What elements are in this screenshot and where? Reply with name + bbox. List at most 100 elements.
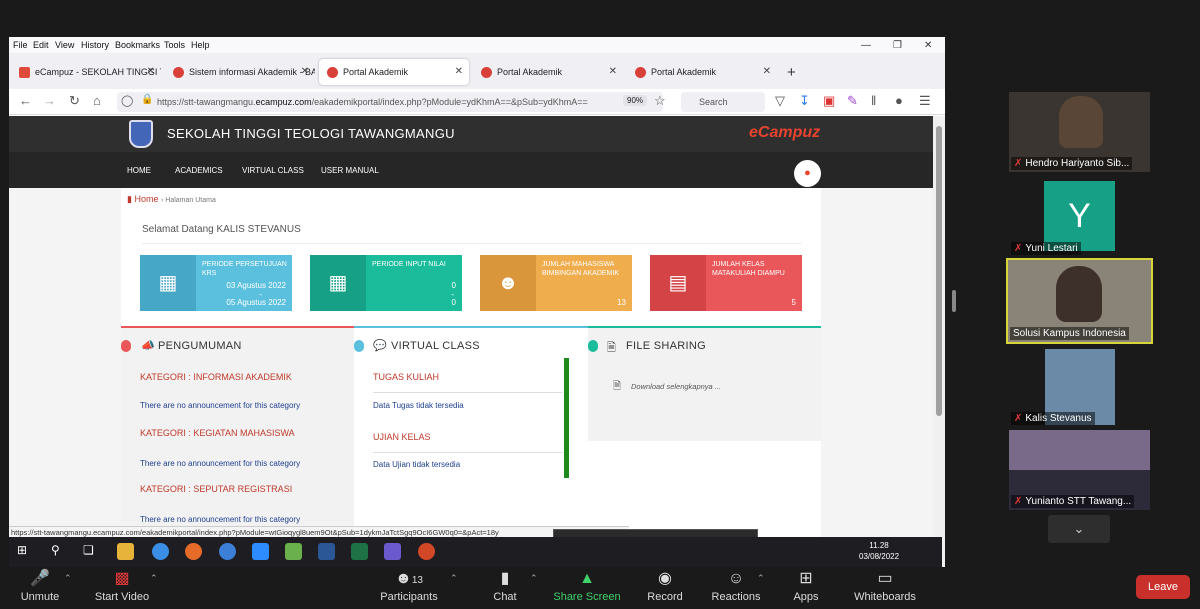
nav-user-manual[interactable]: USER MANUAL bbox=[321, 166, 379, 175]
minimize-icon[interactable]: — bbox=[861, 40, 871, 51]
category-kegiatan-mahasiswa[interactable]: KATEGORI : KEGIATAN MAHASISWA bbox=[140, 428, 295, 438]
file-explorer-icon[interactable] bbox=[117, 543, 134, 560]
home-icon[interactable]: ⌂ bbox=[93, 93, 101, 108]
menu-view[interactable]: View bbox=[55, 40, 74, 50]
library-icon[interactable]: ‖ bbox=[871, 93, 876, 108]
search-icon[interactable]: ⚲ bbox=[51, 543, 68, 560]
whiteboards-button[interactable]: ▭ Whiteboards bbox=[852, 567, 918, 609]
shield-icon[interactable]: ◯ bbox=[121, 94, 133, 107]
bookmark-star-icon[interactable]: ☆ bbox=[654, 93, 666, 109]
audio-options-caret-icon[interactable]: ⌃ bbox=[64, 573, 72, 584]
url-bar[interactable]: https://stt-tawangmangu.ecampuz.com/eaka… bbox=[117, 92, 663, 112]
nav-academics[interactable]: ACADEMICS bbox=[175, 166, 223, 175]
vpn-icon[interactable]: ● bbox=[895, 93, 903, 108]
zoom-app-icon[interactable] bbox=[252, 543, 269, 560]
chat-caret-icon[interactable]: ⌃ bbox=[530, 573, 538, 584]
reactions-icon: ☺ bbox=[727, 570, 745, 587]
ujian-kelas-link[interactable]: UJIAN KELAS bbox=[373, 432, 431, 442]
back-icon[interactable]: ← bbox=[19, 93, 32, 108]
menu-file[interactable]: File bbox=[13, 40, 28, 50]
extension-icon[interactable]: ▣ bbox=[823, 93, 835, 109]
participant-tile[interactable]: Y ✗ Yuni Lestari bbox=[1009, 177, 1150, 257]
taskbar-clock[interactable]: 11.28 03/08/2022 bbox=[859, 540, 899, 562]
unmute-button[interactable]: 🎤 Unmute bbox=[14, 567, 66, 609]
close-tab-icon[interactable]: ✕ bbox=[301, 66, 309, 77]
breadcrumb-home[interactable]: Home bbox=[134, 194, 158, 204]
reload-icon[interactable]: ↻ bbox=[69, 93, 80, 109]
edge-icon[interactable] bbox=[152, 543, 169, 560]
browser-search-input[interactable]: Search bbox=[681, 92, 765, 112]
nav-virtual-class[interactable]: VIRTUAL CLASS bbox=[242, 166, 304, 175]
task-view-icon[interactable]: ❏ bbox=[83, 543, 100, 560]
menu-edit[interactable]: Edit bbox=[33, 40, 49, 50]
apps-button[interactable]: ⊞ Apps bbox=[788, 567, 824, 609]
category-seputar-registrasi[interactable]: KATEGORI : SEPUTAR REGISTRASI bbox=[140, 484, 292, 494]
close-tab-icon[interactable]: ✕ bbox=[763, 66, 771, 77]
tab-portal-akademik-active[interactable]: Portal Akademik ✕ bbox=[319, 59, 469, 85]
firefox-icon[interactable] bbox=[185, 543, 202, 560]
nav-home[interactable]: HOME bbox=[127, 166, 151, 175]
welcome-text: Selamat Datang KALIS STEVANUS bbox=[142, 224, 301, 235]
participant-tile[interactable]: ✗ Hendro Hariyanto Sib... bbox=[1009, 92, 1150, 172]
card-mahasiswa-bimbingan[interactable]: ☻ JUMLAH MAHASISWA BIMBINGAN AKADEMIK 13 bbox=[480, 255, 632, 311]
participant-tile[interactable]: ✗ Yunianto STT Tawang... bbox=[1009, 430, 1150, 510]
reactions-caret-icon[interactable]: ⌃ bbox=[757, 573, 765, 584]
tab-ecampuz[interactable]: eCampuz - SEKOLAH TINGGI TE ✕ bbox=[11, 59, 161, 85]
chat-button[interactable]: ▮ Chat bbox=[488, 567, 522, 609]
user-avatar-icon[interactable]: ● bbox=[794, 160, 821, 187]
card-periode-nilai[interactable]: ▦ PERIODE INPUT NILAI 0 - 0 bbox=[310, 255, 462, 311]
forward-icon[interactable]: → bbox=[43, 93, 56, 108]
notepad-icon[interactable] bbox=[285, 543, 302, 560]
word-icon[interactable] bbox=[318, 543, 335, 560]
divider bbox=[142, 243, 802, 244]
tab-sistem-informasi[interactable]: Sistem informasi Akademik - BA ✕ bbox=[165, 59, 315, 85]
card-periode-krs[interactable]: ▦ PERIODE PERSETUJUAN KRS 03 Agustus 202… bbox=[140, 255, 292, 311]
pen-icon[interactable]: ✎ bbox=[847, 93, 858, 109]
category-informasi-akademik[interactable]: KATEGORI : INFORMASI AKADEMIK bbox=[140, 372, 292, 382]
record-button[interactable]: ◉ Record bbox=[642, 567, 688, 609]
close-window-icon[interactable]: ✕ bbox=[924, 40, 932, 51]
restore-icon[interactable]: ❐ bbox=[893, 40, 902, 51]
close-tab-icon[interactable]: ✕ bbox=[609, 66, 617, 77]
close-tab-icon[interactable]: ✕ bbox=[147, 66, 155, 77]
menu-help[interactable]: Help bbox=[191, 40, 210, 50]
start-video-button[interactable]: ▩ Start Video bbox=[92, 567, 152, 609]
share-screen-icon: ▲ bbox=[579, 570, 595, 587]
close-tab-icon[interactable]: ✕ bbox=[455, 66, 463, 77]
card-value-start: 0 bbox=[451, 281, 456, 290]
zoom-level[interactable]: 90% bbox=[623, 95, 648, 106]
hamburger-menu-icon[interactable]: ☰ bbox=[919, 93, 931, 109]
new-tab-icon[interactable]: + bbox=[787, 64, 796, 81]
tab-title: Portal Akademik bbox=[651, 67, 717, 77]
tab-portal-akademik-2[interactable]: Portal Akademik ✕ bbox=[473, 59, 623, 85]
chrome-icon[interactable] bbox=[219, 543, 236, 560]
scroll-thumb[interactable] bbox=[936, 126, 942, 416]
card-kelas-diampu[interactable]: ▤ JUMLAH KELAS MATAKULIAH DIAMPU 5 bbox=[650, 255, 802, 311]
windows-start-icon[interactable]: ⊞ bbox=[17, 543, 34, 560]
pocket-icon[interactable]: ▽ bbox=[775, 93, 785, 109]
excel-icon[interactable] bbox=[351, 543, 368, 560]
page-scrollbar[interactable] bbox=[933, 116, 945, 567]
leave-button[interactable]: Leave bbox=[1136, 575, 1190, 599]
participants-caret-icon[interactable]: ⌃ bbox=[450, 573, 458, 584]
reactions-button[interactable]: ☺ Reactions bbox=[708, 567, 764, 609]
school-logo[interactable] bbox=[129, 120, 153, 148]
download-link[interactable]: Download selengkapnya ... bbox=[631, 382, 721, 391]
tab-portal-akademik-3[interactable]: Portal Akademik ✕ bbox=[627, 59, 777, 85]
powerpoint-icon[interactable] bbox=[418, 543, 435, 560]
panel-resize-handle[interactable] bbox=[952, 290, 956, 312]
more-participants-chevron-icon[interactable]: ⌄ bbox=[1048, 515, 1110, 543]
ecampuz-logo[interactable]: eCampuz bbox=[749, 124, 820, 142]
video-options-caret-icon[interactable]: ⌃ bbox=[150, 573, 158, 584]
share-screen-button[interactable]: ▲ Share Screen bbox=[552, 567, 622, 609]
participant-tile-active-speaker[interactable]: Solusi Kampus Indonesia bbox=[1006, 258, 1153, 344]
menu-tools[interactable]: Tools bbox=[164, 40, 185, 50]
participant-tile[interactable]: ✗ Kalis Stevanus bbox=[1009, 347, 1150, 427]
tugas-kuliah-link[interactable]: TUGAS KULIAH bbox=[373, 372, 439, 382]
download-icon[interactable]: ↧ bbox=[799, 93, 810, 109]
app-icon[interactable] bbox=[384, 543, 401, 560]
lock-icon[interactable]: 🔒 bbox=[141, 94, 153, 105]
participants-button[interactable]: ☻13 Participants bbox=[378, 567, 440, 609]
menu-history[interactable]: History bbox=[81, 40, 109, 50]
menu-bookmarks[interactable]: Bookmarks bbox=[115, 40, 160, 50]
